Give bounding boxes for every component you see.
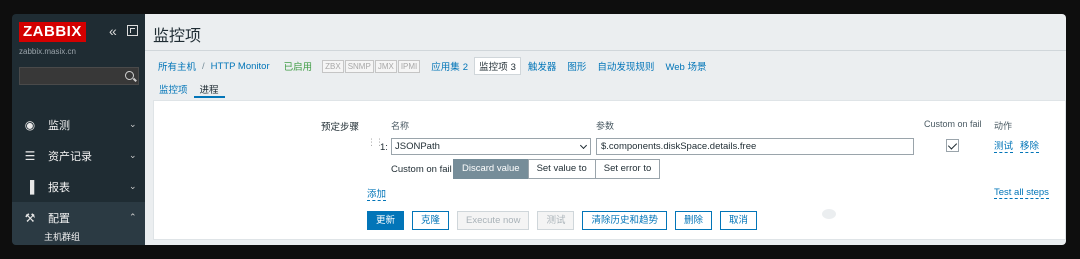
bar-chart-icon: ▐ [25,179,35,194]
logo-row: ZABBIX « [19,22,139,42]
menu-item-inventory[interactable]: ☰ 资产记录 ⌄ [12,140,145,171]
add-step-link[interactable]: 添加 [367,189,387,201]
menu-item-label: 资产记录 [48,150,92,163]
chevron-up-icon: ⌃ [129,212,137,222]
page-title: 监控项 [153,28,202,45]
watermark-text: Zabbix开源社区 [846,201,999,224]
column-action-header: 动作 [994,121,1013,131]
nav-count: 3 [510,62,516,73]
search-input[interactable] [19,67,139,85]
chevron-down-icon: ⌄ [129,119,137,129]
divider [145,50,1066,51]
tab-preprocessing[interactable]: 进程 [193,80,225,98]
clear-history-button[interactable]: 清除历史和趋势 [582,211,667,230]
drag-handle-icon[interactable]: ⋮⋮ [367,138,384,154]
breadcrumb: 所有主机 / HTTP Monitor 已启用 ZBX SNMP JMX IPM… [158,57,717,75]
step-number: 1: [380,142,388,153]
test-button[interactable]: 测试 [537,211,575,230]
breadcrumb-host[interactable]: HTTP Monitor [211,61,270,72]
nav-count: 2 [462,62,469,73]
submenu-item-host-groups[interactable]: 主机群组 [12,230,145,245]
step-type-select[interactable]: JSONPath [391,138,591,155]
nav-discovery-rules[interactable]: 自动发现规则 [597,59,654,73]
tab-item[interactable]: 监控项 [153,80,194,98]
menu-item-label: 报表 [48,181,70,194]
execute-now-button[interactable]: Execute now [457,211,530,230]
breadcrumb-separator: / [202,60,205,72]
nav-applications[interactable]: 应用集 2 [431,59,468,73]
kiosk-mode-icon[interactable] [127,25,138,36]
list-icon: ☰ [24,148,36,163]
option-set-error-to[interactable]: Set error to [594,159,661,179]
nav-triggers[interactable]: 触发器 [528,59,557,73]
step-test-link[interactable]: 测试 [994,141,1014,153]
menu-item-configuration[interactable]: ⚒ 配置 ⌃ [12,202,145,233]
zabbix-logo[interactable]: ZABBIX [19,22,86,42]
availability-ipmi: IPMI [397,59,421,73]
chevron-down-icon: ⌄ [129,150,137,160]
breadcrumb-all-hosts[interactable]: 所有主机 [158,59,196,73]
wechat-icon [808,198,840,224]
delete-button[interactable]: 删除 [674,211,712,230]
test-all-steps-link[interactable]: Test all steps [994,187,1049,199]
availability-jmx: JMX [374,59,397,73]
step-remove-link[interactable]: 移除 [1020,141,1040,153]
step-parameter-input[interactable]: $.components.diskSpace.details.free [596,138,914,155]
option-set-value-to[interactable]: Set value to [527,159,596,179]
clone-button[interactable]: 克隆 [412,211,450,230]
column-params-header: 参数 [596,121,615,131]
column-name-header: 名称 [391,121,410,131]
menu-item-label: 监测 [48,119,70,132]
nav-items[interactable]: 监控项 3 [474,57,521,75]
form-buttons: 更新 克隆 Execute now 测试 清除历史和趋势 删除 取消 [367,211,765,230]
tabs: 监控项 进程 [153,80,225,98]
nav-web-scenarios[interactable]: Web 场景 [665,59,706,73]
nav-label: 监控项 [479,62,508,73]
step-type-value: JSONPath [395,141,440,152]
column-custom-on-fail-header: Custom on fail [924,119,982,129]
watermark: Zabbix开源社区 [808,196,998,226]
option-discard-value[interactable]: Discard value [453,159,529,179]
host-status-badge[interactable]: 已启用 [284,59,313,73]
sidebar: ZABBIX « zabbix.masix.cn ◉ 监测 ⌄ ☰ 资产记录 ⌄… [12,14,145,245]
wrench-icon: ⚒ [24,210,36,225]
chevron-down-icon [579,141,588,150]
chevron-down-icon: ⌄ [129,181,137,191]
menu-item-monitoring[interactable]: ◉ 监测 ⌄ [12,109,145,140]
cancel-button[interactable]: 取消 [719,211,757,230]
menu-item-reports[interactable]: ▐ 报表 ⌄ [12,171,145,202]
custom-on-fail-checkbox[interactable] [946,139,959,152]
nav-graphs[interactable]: 图形 [567,59,586,73]
nav-label: 应用集 [431,62,460,73]
preprocessing-steps-label: 预定步骤 [321,122,360,133]
availability-snmp: SNMP [344,59,374,73]
availability-zbx: ZBX [322,59,344,73]
eye-icon: ◉ [24,117,36,132]
custom-on-fail-label: Custom on fail [391,164,452,175]
collapse-sidebar-icon[interactable]: « [109,24,117,38]
menu-item-label: 配置 [48,212,70,225]
update-button[interactable]: 更新 [367,211,405,230]
server-name: zabbix.masix.cn [19,47,76,56]
search-icon[interactable] [125,71,134,80]
custom-on-fail-options: Discard value Set value to Set error to [453,159,661,179]
availability-indicators: ZBX SNMP JMX IPMI [322,59,421,73]
